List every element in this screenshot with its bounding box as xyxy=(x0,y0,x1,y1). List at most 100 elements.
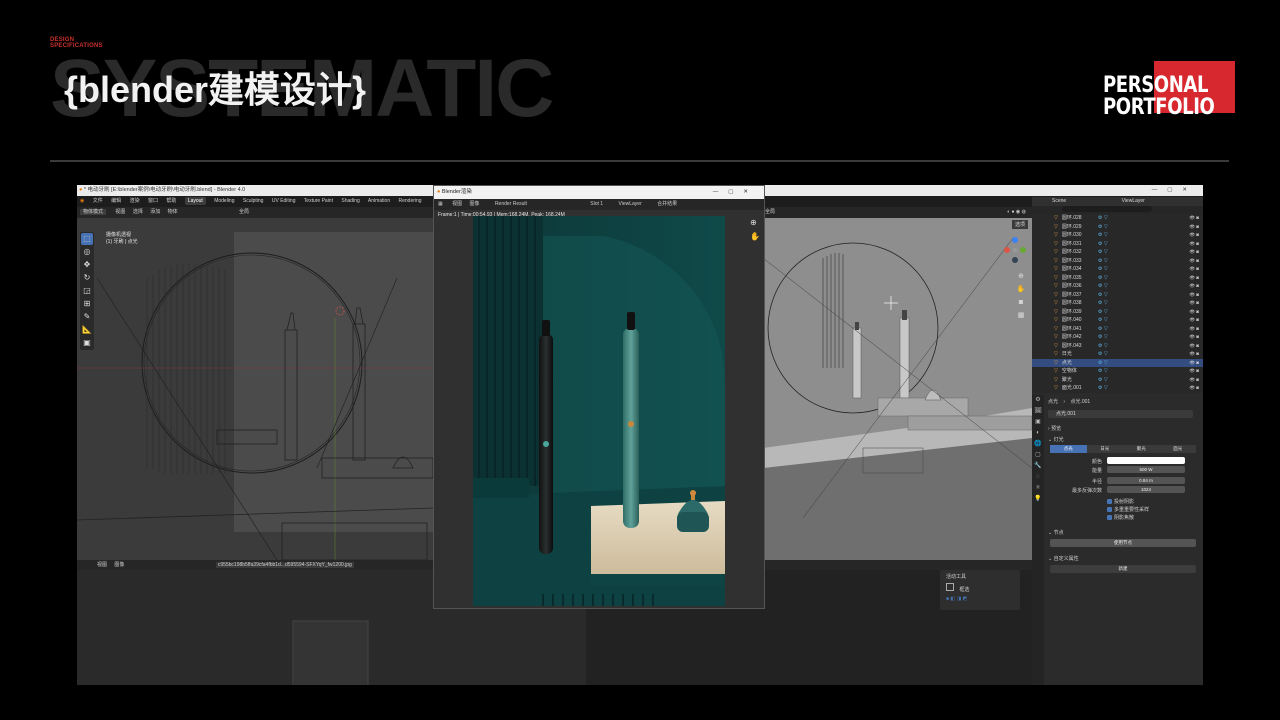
tab-animation[interactable]: Animation xyxy=(368,198,390,204)
tab-modeling[interactable]: Modeling xyxy=(214,198,234,204)
outliner-item[interactable]: ▽ 圆环.039 ⚙ ▽ 👁 ◙ xyxy=(1032,308,1203,317)
properties-tab-icons[interactable]: ⚙ 🖼 ▣ ◐ 🌐 ▢ 🔧 ◌ ⚛ 💡 xyxy=(1032,395,1044,505)
visibility-toggle-icon[interactable]: 👁 ◙ xyxy=(1189,333,1199,342)
section-light[interactable]: ⌄ 灯光 xyxy=(1048,436,1064,443)
tab-texture-paint[interactable]: Texture Paint xyxy=(304,198,333,204)
visibility-toggle-icon[interactable]: 👁 ◙ xyxy=(1189,291,1199,300)
rotate-tool-icon[interactable]: ↻ xyxy=(81,272,93,284)
outliner-item[interactable]: ▽ 圆环.032 ⚙ ▽ 👁 ◙ xyxy=(1032,248,1203,257)
color-swatch[interactable] xyxy=(1107,457,1185,464)
view-layer-selector[interactable]: ViewLayer xyxy=(1122,198,1145,204)
editor-type-icon[interactable]: ▦ xyxy=(438,201,443,207)
image-editor-menu-view[interactable]: 视图 xyxy=(97,562,107,568)
measure-tool-icon[interactable]: 📐 xyxy=(81,324,93,336)
render-view-layer-selector[interactable]: ViewLayer xyxy=(618,201,641,207)
viewport-menu-select[interactable]: 选择 xyxy=(133,209,143,215)
blender-menu-icon[interactable]: ◉ xyxy=(80,198,84,204)
visibility-toggle-icon[interactable]: 👁 ◙ xyxy=(1189,325,1199,334)
scene-selector[interactable]: Scene xyxy=(1052,198,1066,204)
outliner-item[interactable]: ▽ 圆环.040 ⚙ ▽ 👁 ◙ xyxy=(1032,316,1203,325)
viewport-menu-view[interactable]: 视图 xyxy=(115,209,125,215)
right-transform-dropdown[interactable]: 全局 xyxy=(765,209,775,215)
zoom-icon[interactable]: ⊕ xyxy=(1016,270,1026,283)
menu-help[interactable]: 帮助 xyxy=(166,198,176,204)
render-zoom-icon[interactable]: ⊕ xyxy=(750,216,760,230)
shadow-caustics-checkbox[interactable]: 阴影焦散 xyxy=(1107,514,1134,521)
outliner-item[interactable]: ▽ 圆环.038 ⚙ ▽ 👁 ◙ xyxy=(1032,299,1203,308)
visibility-toggle-icon[interactable]: 👁 ◙ xyxy=(1189,308,1199,317)
section-preview[interactable]: › 预览 xyxy=(1048,425,1061,432)
render-window-controls[interactable]: —▢✕ xyxy=(713,186,758,199)
outliner-item[interactable]: ▽ 面光.001 ⚙ ▽ 👁 ◙ xyxy=(1032,384,1203,393)
outliner-item[interactable]: ▽ 空物体 ⚙ ▽ 👁 ◙ xyxy=(1032,367,1203,376)
visibility-toggle-icon[interactable]: 👁 ◙ xyxy=(1189,240,1199,249)
section-nodes[interactable]: ⌄ 节点 xyxy=(1048,529,1064,536)
visibility-toggle-icon[interactable]: 👁 ◙ xyxy=(1189,376,1199,385)
menu-window[interactable]: 窗口 xyxy=(148,198,158,204)
annotate-tool-icon[interactable]: ✎ xyxy=(81,311,93,323)
outliner-item[interactable]: ▽ 圆环.036 ⚙ ▽ 👁 ◙ xyxy=(1032,282,1203,291)
use-nodes-button[interactable]: 使用节点 xyxy=(1050,539,1196,547)
visibility-toggle-icon[interactable]: 👁 ◙ xyxy=(1189,282,1199,291)
ortho-grid-icon[interactable]: ▦ xyxy=(1016,309,1026,322)
right-3d-viewport[interactable]: 选项 ⊕ ✋ ◙ ▦ xyxy=(763,218,1032,560)
visibility-toggle-icon[interactable]: 👁 ◙ xyxy=(1189,223,1199,232)
camera-view-icon[interactable]: ◙ xyxy=(1016,296,1026,309)
visibility-toggle-icon[interactable]: 👁 ◙ xyxy=(1189,257,1199,266)
visibility-toggle-icon[interactable]: 👁 ◙ xyxy=(1189,359,1199,368)
outliner-item[interactable]: ▽ 圆环.031 ⚙ ▽ 👁 ◙ xyxy=(1032,240,1203,249)
viewport-menu-add[interactable]: 添加 xyxy=(150,209,160,215)
mode-dropdown[interactable]: 物体模式 xyxy=(80,209,107,215)
light-type-spot[interactable]: 聚光 xyxy=(1123,445,1160,453)
render-menu-view[interactable]: 视图 xyxy=(452,201,462,207)
render-nav-buttons[interactable]: ⊕ ✋ xyxy=(750,216,760,244)
light-data-name-field[interactable]: 点光.001 xyxy=(1048,410,1193,418)
outliner-item[interactable]: ▽ 圆环.030 ⚙ ▽ 👁 ◙ xyxy=(1032,231,1203,240)
max-bounces-field[interactable]: 1024 xyxy=(1107,486,1185,493)
viewport-nav-buttons[interactable]: ⊕ ✋ ◙ ▦ xyxy=(1016,270,1026,322)
visibility-toggle-icon[interactable]: 👁 ◙ xyxy=(1189,274,1199,283)
outliner-item[interactable]: ▽ 圆环.041 ⚙ ▽ 👁 ◙ xyxy=(1032,325,1203,334)
section-custom-props[interactable]: ⌄ 自定义属性 xyxy=(1048,555,1079,562)
scale-tool-icon[interactable]: ◲ xyxy=(81,285,93,297)
visibility-toggle-icon[interactable]: 👁 ◙ xyxy=(1189,367,1199,376)
select-box-tool-icon[interactable]: ⬚ xyxy=(81,233,93,245)
visibility-toggle-icon[interactable]: 👁 ◙ xyxy=(1189,299,1199,308)
radius-field[interactable]: 0.84 m xyxy=(1107,477,1185,484)
pan-hand-icon[interactable]: ✋ xyxy=(1016,283,1026,296)
visibility-toggle-icon[interactable]: 👁 ◙ xyxy=(1189,248,1199,257)
power-field[interactable]: 500 W xyxy=(1107,466,1185,473)
outliner-item[interactable]: ▽ 圆环.034 ⚙ ▽ 👁 ◙ xyxy=(1032,265,1203,274)
tab-shading[interactable]: Shading xyxy=(341,198,359,204)
light-type-sun[interactable]: 日光 xyxy=(1086,445,1123,453)
light-type-point[interactable]: 点光 xyxy=(1050,445,1087,453)
visibility-toggle-icon[interactable]: 👁 ◙ xyxy=(1189,342,1199,351)
visibility-toggle-icon[interactable]: 👁 ◙ xyxy=(1189,265,1199,274)
cast-shadow-checkbox[interactable]: 投射阴影 xyxy=(1107,498,1134,505)
outliner-search-input[interactable] xyxy=(1062,206,1152,213)
left-3d-viewport[interactable]: 摄像机透视 (1) 牙刷 | 点光 ⬚ ◎ ✥ ↻ ◲ ⊞ ✎ 📐 ▣ xyxy=(77,218,433,560)
menu-file[interactable]: 文件 xyxy=(93,198,103,204)
outliner-item[interactable]: ▽ 圆环.035 ⚙ ▽ 👁 ◙ xyxy=(1032,274,1203,283)
outliner-item[interactable]: ▽ 圆环.042 ⚙ ▽ 👁 ◙ xyxy=(1032,333,1203,342)
tab-sculpting[interactable]: Sculpting xyxy=(243,198,264,204)
visibility-toggle-icon[interactable]: 👁 ◙ xyxy=(1189,231,1199,240)
viewport-menu-object[interactable]: 物体 xyxy=(168,209,178,215)
transform-orientation-dropdown[interactable]: 全局 xyxy=(239,209,249,215)
image-editor-menu-image[interactable]: 图像 xyxy=(114,562,124,568)
window-controls[interactable]: —▢✕ xyxy=(1152,185,1197,196)
shading-mode-icons[interactable]: ◐ ● ◉ ◍ xyxy=(1007,207,1026,218)
visibility-toggle-icon[interactable]: 👁 ◙ xyxy=(1189,384,1199,393)
tab-rendering[interactable]: Rendering xyxy=(398,198,421,204)
transform-tool-icon[interactable]: ⊞ xyxy=(81,298,93,310)
visibility-toggle-icon[interactable]: 👁 ◙ xyxy=(1189,350,1199,359)
cursor-tool-icon[interactable]: ◎ xyxy=(81,246,93,258)
options-dropdown[interactable]: 选项 xyxy=(1011,220,1028,229)
outliner-item[interactable]: ▽ 日光 ⚙ ▽ 👁 ◙ xyxy=(1032,350,1203,359)
outliner-item[interactable]: ▽ 圆环.033 ⚙ ▽ 👁 ◙ xyxy=(1032,257,1203,266)
outliner-item[interactable]: ▽ 聚光 ⚙ ▽ 👁 ◙ xyxy=(1032,376,1203,385)
outliner-item[interactable]: ▽ 圆环.043 ⚙ ▽ 👁 ◙ xyxy=(1032,342,1203,351)
outliner-item[interactable]: ▽ 圆环.028 ⚙ ▽ 👁 ◙ xyxy=(1032,214,1203,223)
render-slot-selector[interactable]: Slot 1 xyxy=(590,201,603,207)
tab-layout[interactable]: Layout xyxy=(184,197,206,205)
